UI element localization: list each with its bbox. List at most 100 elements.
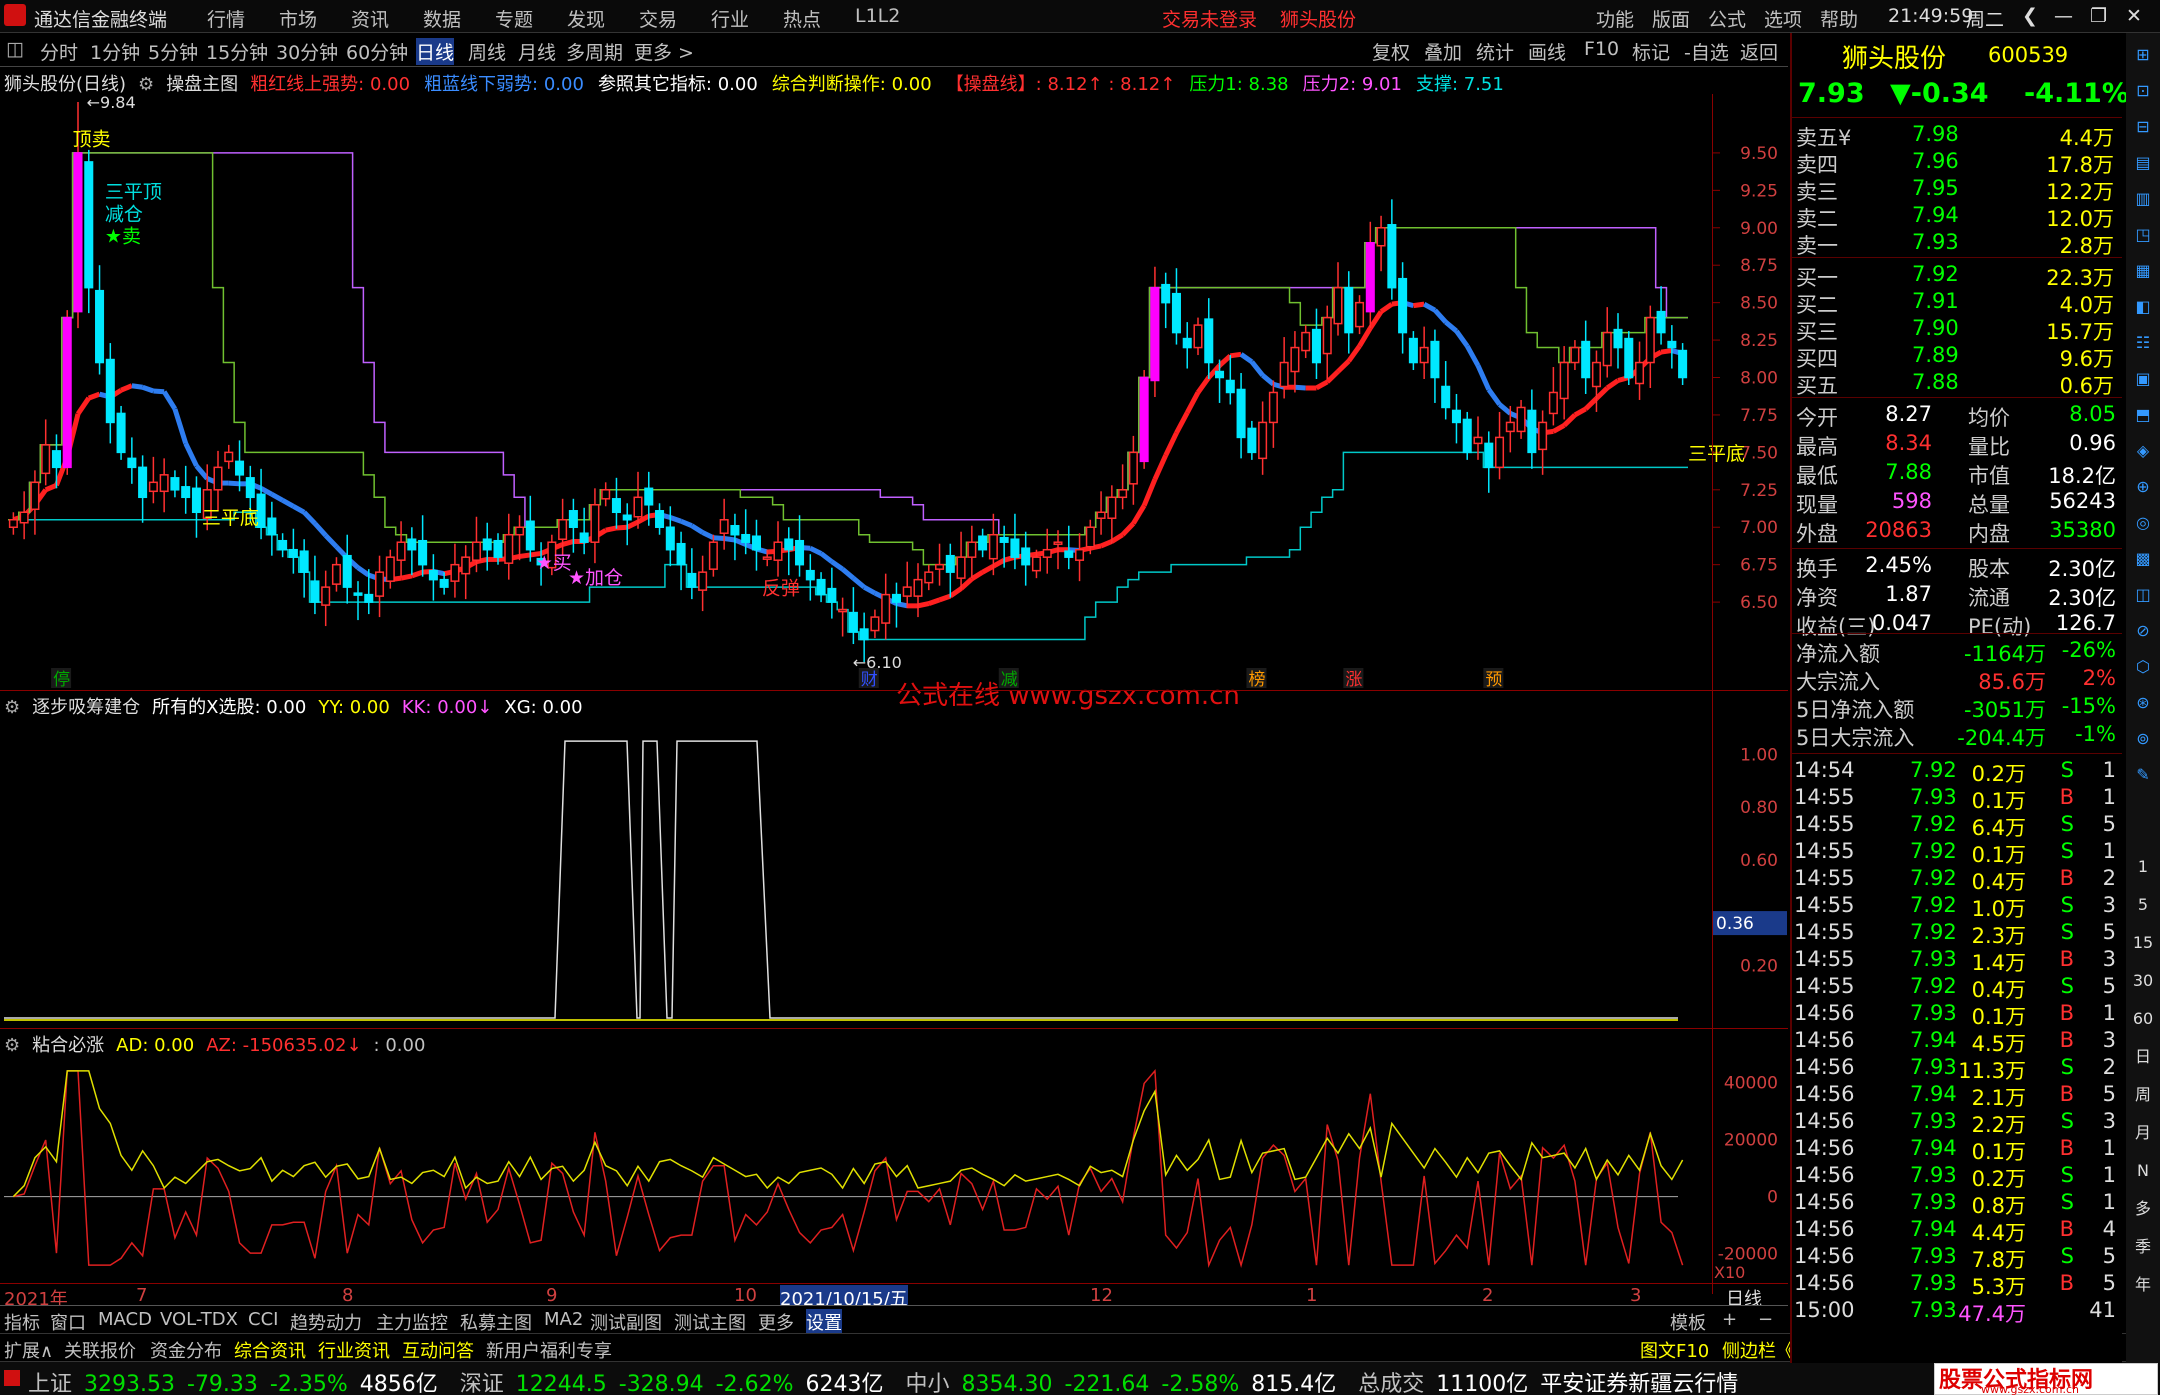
tick-row[interactable]: 14:55 7.92 6.4万 S 5 [1792,811,2122,840]
tick-row[interactable]: 14:56 7.93 11.3万 S 2 [1792,1054,2122,1083]
info-tab[interactable]: 关联报价 [64,1337,136,1363]
menu-item[interactable]: 行业 [711,5,749,32]
side-tool-icon[interactable]: ⬡ [2129,653,2157,681]
login-status[interactable]: 交易未登录 [1162,5,1257,32]
bid-row[interactable]: 买四 7.89 9.6万 [1792,342,2122,371]
tool-button[interactable]: 统计 [1476,38,1514,65]
ask-row[interactable]: 卖二 7.94 12.0万 [1792,202,2122,231]
tick-row[interactable]: 14:55 7.92 0.1万 S 1 [1792,838,2122,867]
panel2-title[interactable]: 逐步吸筹建仓 [32,697,140,718]
bottom-tab[interactable]: CCI [248,1309,278,1330]
bottom-tab[interactable]: MACD [98,1309,152,1330]
period-tab[interactable]: 多周期 [566,38,623,65]
tick-row[interactable]: 14:56 7.93 5.3万 B 5 [1792,1270,2122,1299]
info-tab[interactable]: 行业资讯 [318,1337,390,1363]
menu-item[interactable]: 数据 [423,5,461,32]
tool-button[interactable]: 画线 [1528,38,1566,65]
menu-item[interactable]: 热点 [783,5,821,32]
bottom-tab[interactable]: VOL-TDX [160,1309,238,1330]
side-period-button[interactable]: 多 [2129,1195,2157,1223]
side-period-button[interactable]: 季 [2129,1233,2157,1261]
settings-icon[interactable]: ⚙ [4,697,20,718]
panel2-chart[interactable]: 1.00 0.80 0.60 0.20 0.36 [0,718,1788,1028]
settings-icon[interactable]: ⚙ [138,74,154,95]
tick-row[interactable]: 14:55 7.92 0.4万 S 5 [1792,973,2122,1002]
tick-row[interactable]: 14:55 7.92 2.3万 S 5 [1792,919,2122,948]
stat-row[interactable]: 换手 2.45% 股本 2.30亿 [1792,552,2122,581]
tick-row[interactable]: 15:00 7.93 47.4万 41 [1792,1297,2122,1326]
menu-item[interactable]: 发现 [567,5,605,32]
tick-row[interactable]: 14:56 7.94 0.1万 B 1 [1792,1135,2122,1164]
stat-row[interactable]: 今开 8.27 均价 8.05 [1792,401,2122,430]
menu-item[interactable]: 专题 [495,5,533,32]
menu-toggle-icon[interactable]: ◫ [6,38,24,60]
side-tool-icon[interactable]: ▦ [2129,257,2157,285]
settings-icon[interactable]: ⚙ [4,1035,20,1056]
bottom-tab[interactable]: 趋势动力 [290,1309,362,1335]
info-tab[interactable]: 扩展∧ [4,1337,53,1363]
side-period-button[interactable]: N [2129,1157,2157,1185]
template-button[interactable]: 模板 [1670,1309,1706,1335]
info-tab[interactable]: 综合资讯 [234,1337,306,1363]
side-tool-icon[interactable]: ⊘ [2129,617,2157,645]
bottom-tab[interactable]: 测试主图 [674,1309,746,1335]
side-period-button[interactable]: 年 [2129,1271,2157,1299]
tool-button[interactable]: 叠加 [1424,38,1462,65]
bottom-tab[interactable]: 私募主图 [460,1309,532,1335]
period-tab[interactable]: 月线 [518,38,556,65]
side-period-button[interactable]: 30 [2129,967,2157,995]
menu-item[interactable]: 功能 [1596,5,1634,32]
side-tool-icon[interactable]: ⊛ [2129,689,2157,717]
add-panel-button[interactable]: + [1722,1309,1737,1330]
side-tool-icon[interactable]: ◎ [2129,509,2157,537]
period-tab[interactable]: 5分钟 [148,38,198,65]
ask-row[interactable]: 卖一 7.93 2.8万 [1792,229,2122,258]
side-period-button[interactable]: 5 [2129,891,2157,919]
side-tool-icon[interactable]: ▣ [2129,365,2157,393]
bid-row[interactable]: 买一 7.92 22.3万 [1792,261,2122,290]
bid-row[interactable]: 买二 7.91 4.0万 [1792,288,2122,317]
candlestick-chart[interactable]: 9.50 9.25 9.00 8.75 8.50 8.25 8.00 7.75 7.50 7.25… [0,94,1788,714]
bottom-tab[interactable]: 主力监控 [376,1309,448,1335]
bottom-tab[interactable]: MA2 [544,1309,583,1330]
stat-row[interactable]: 最低 7.88 市值 18.2亿 [1792,459,2122,488]
back-icon[interactable]: ❮ [2022,5,2038,27]
side-tool-icon[interactable]: ◈ [2129,437,2157,465]
tick-row[interactable]: 14:55 7.92 0.4万 B 2 [1792,865,2122,894]
tick-row[interactable]: 14:56 7.94 4.4万 B 4 [1792,1216,2122,1245]
side-period-button[interactable]: 月 [2129,1119,2157,1147]
menu-item[interactable]: 帮助 [1820,5,1858,32]
ask-row[interactable]: 卖三 7.95 12.2万 [1792,175,2122,204]
bottom-tab[interactable]: 窗口 [50,1309,86,1335]
close-icon[interactable]: ✕ [2126,5,2142,27]
side-tool-icon[interactable]: ▥ [2129,185,2157,213]
menu-item[interactable]: 资讯 [351,5,389,32]
menu-item[interactable]: 版面 [1652,5,1690,32]
side-tool-icon[interactable]: ◫ [2129,581,2157,609]
bottom-tab-active[interactable]: 设置 [806,1309,842,1335]
info-tab[interactable]: 互动问答 [402,1337,474,1363]
stat-row[interactable]: 现量 598 总量 56243 [1792,488,2122,517]
tick-row[interactable]: 14:56 7.94 4.5万 B 3 [1792,1027,2122,1056]
stat-row[interactable]: 外盘 20863 内盘 35380 [1792,517,2122,546]
menu-item[interactable]: 交易 [639,5,677,32]
side-period-button[interactable]: 15 [2129,929,2157,957]
flow-row[interactable]: 大宗流入 85.6万 2% [1792,665,2122,694]
bottom-tab[interactable]: 指标 [4,1309,40,1335]
flow-row[interactable]: 净流入额 -1164万 -26% [1792,637,2122,666]
side-tool-icon[interactable]: ⬒ [2129,401,2157,429]
side-period-button[interactable]: 日 [2129,1043,2157,1071]
side-tool-icon[interactable]: ▤ [2129,149,2157,177]
flow-row[interactable]: 5日大宗流入 -204.4万 -1% [1792,721,2122,750]
side-tool-icon[interactable]: ✎ [2129,761,2157,789]
tick-row[interactable]: 14:56 7.93 2.2万 S 3 [1792,1108,2122,1137]
info-tab[interactable]: 新用户福利专享 [486,1337,612,1363]
tick-row[interactable]: 14:56 7.93 7.8万 S 5 [1792,1243,2122,1272]
side-period-button[interactable]: 1 [2129,853,2157,881]
side-tool-icon[interactable]: ▩ [2129,545,2157,573]
tick-row[interactable]: 14:55 7.93 1.4万 B 3 [1792,946,2122,975]
side-tool-icon[interactable]: ⊡ [2129,77,2157,105]
tool-button[interactable]: 复权 [1372,38,1410,65]
tool-button[interactable]: 返回 [1740,38,1778,65]
side-tool-icon[interactable]: ⊕ [2129,473,2157,501]
